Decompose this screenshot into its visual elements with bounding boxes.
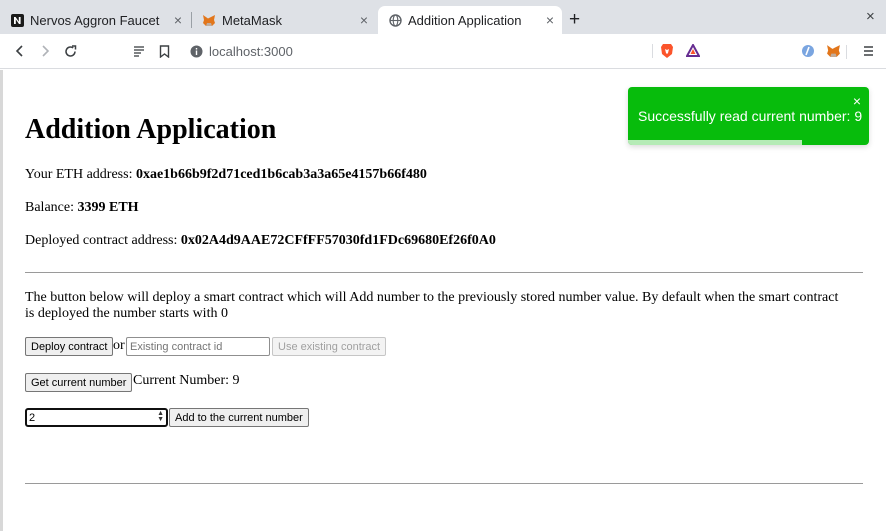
tab-nervos-faucet[interactable]: Nervos Aggron Faucet × — [0, 6, 190, 34]
close-icon[interactable]: × — [546, 13, 554, 27]
forward-arrow-icon[interactable] — [35, 41, 55, 61]
divider — [25, 272, 863, 273]
tab-metamask[interactable]: MetaMask × — [192, 6, 376, 34]
balance-line: Balance: 3399 ETH — [25, 200, 139, 216]
address-bar[interactable]: localhost:3000 — [180, 38, 708, 64]
tab-addition-application[interactable]: Addition Application × — [378, 6, 562, 34]
globe-icon — [388, 13, 402, 27]
close-icon[interactable]: × — [853, 93, 861, 109]
deploy-contract-button[interactable]: Deploy contract — [25, 337, 114, 356]
contract-address-label: Deployed contract address: — [25, 233, 181, 248]
toast-progress-bar — [628, 140, 802, 145]
get-current-number-button[interactable]: Get current number — [25, 373, 133, 392]
or-text: or — [113, 338, 125, 353]
info-icon[interactable] — [190, 45, 203, 58]
brave-rewards-icon[interactable] — [685, 42, 701, 60]
eth-address-line: Your ETH address: 0xae1b66b9f2d71ced1b6c… — [25, 167, 427, 183]
menu-icon[interactable] — [858, 41, 878, 61]
existing-contract-input[interactable]: Existing contract id — [126, 337, 270, 356]
metamask-fox-icon — [202, 13, 216, 27]
nervos-icon — [10, 13, 24, 27]
close-icon[interactable]: × — [174, 13, 182, 27]
current-number-text: Current Number: 9 — [133, 373, 240, 388]
tab-title: MetaMask — [222, 12, 282, 28]
reload-icon[interactable] — [60, 41, 80, 61]
tab-title: Addition Application — [408, 12, 522, 28]
eth-address-value: 0xae1b66b9f2d71ced1b6cab3a3a65e4157b66f4… — [135, 167, 427, 182]
page-title: Addition Application — [25, 114, 277, 145]
divider — [25, 483, 863, 484]
contract-address-value: 0x02A4d9AAE72CFfFF57030fd1FDc69680Ef26f0… — [180, 233, 496, 248]
tab-title: Nervos Aggron Faucet — [30, 12, 160, 28]
success-toast[interactable]: Successfully read current number: 9 × — [628, 87, 869, 145]
balance-value: 3399 ETH — [77, 200, 139, 215]
spinner-arrows-icon[interactable]: ▲ ▼ — [157, 410, 164, 423]
add-to-current-number-button[interactable]: Add to the current number — [169, 408, 309, 427]
number-input[interactable]: 2 ▲ ▼ — [25, 408, 168, 427]
metamask-fox-icon[interactable] — [823, 41, 843, 61]
bookmark-icon[interactable] — [154, 41, 174, 61]
new-tab-button[interactable]: + — [569, 10, 580, 30]
divider — [846, 45, 847, 59]
number-input-value: 2 — [29, 411, 36, 424]
description-text: The button below will deploy a smart con… — [25, 290, 839, 321]
url-text: localhost:3000 — [209, 43, 293, 59]
divider — [652, 44, 653, 58]
window-close-button[interactable]: × — [866, 8, 875, 25]
brave-shields-icon[interactable] — [660, 43, 674, 62]
browser-toolbar: localhost:3000 — [0, 34, 886, 69]
extension-icon[interactable] — [798, 41, 818, 61]
reader-mode-icon[interactable] — [129, 41, 149, 61]
use-existing-contract-button[interactable]: Use existing contract — [272, 337, 387, 356]
back-arrow-icon[interactable] — [10, 41, 30, 61]
tab-bar: Nervos Aggron Faucet × MetaMask × Additi… — [0, 0, 886, 34]
toast-message: Successfully read current number: 9 — [638, 108, 863, 124]
balance-label: Balance: — [25, 200, 78, 215]
contract-address-line: Deployed contract address: 0x02A4d9AAE72… — [25, 233, 496, 249]
eth-address-label: Your ETH address: — [25, 167, 136, 182]
close-icon[interactable]: × — [360, 13, 368, 27]
